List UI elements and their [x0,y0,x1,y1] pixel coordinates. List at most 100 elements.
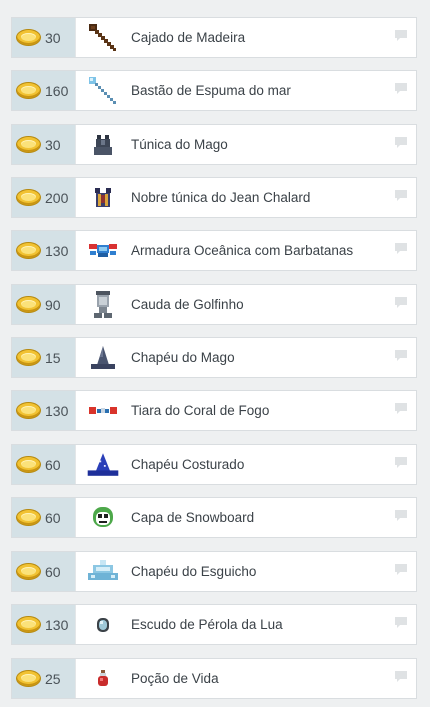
price-cell: 130 [12,231,75,270]
item-body: Bastão de Espuma do mar [75,71,416,110]
shop-item-row[interactable]: 30 Cajado de Madeira [11,17,417,58]
comment-icon[interactable] [394,349,408,363]
comment-icon[interactable] [394,456,408,470]
item-body: Túnica do Mago [75,125,416,164]
item-name: Poção de Vida [131,671,219,686]
price-value: 130 [45,616,69,633]
shop-item-row[interactable]: 15 Chapéu do Mago [11,337,417,378]
item-name: Escudo de Pérola da Lua [131,617,283,632]
item-body: Poção de Vida [75,659,416,698]
price-value: 130 [45,242,69,259]
health-potion-icon [85,664,121,694]
finned-ocean-armor-icon [85,236,121,266]
price-value: 200 [45,189,69,206]
shop-item-row[interactable]: 130 Escudo de Pérola da Lua [11,604,417,645]
shop-item-row[interactable]: 200 Nobre túnica do Jean Chalard [11,177,417,218]
comment-icon[interactable] [394,189,408,203]
price-value: 160 [45,82,69,99]
item-name: Túnica do Mago [131,137,228,152]
item-body: Chapéu Costurado [75,445,416,484]
price-cell: 60 [12,445,75,484]
item-body: Chapéu do Mago [75,338,416,377]
gold-coin-icon [17,564,40,579]
gold-coin-icon [17,510,40,525]
item-name: Armadura Oceânica com Barbatanas [131,243,354,258]
price-cell: 130 [12,605,75,644]
shop-item-row[interactable]: 160 Bastão de Espuma do mar [11,70,417,111]
shop-item-row[interactable]: 30 Túnica do Mago [11,124,417,165]
price-value: 60 [45,563,61,580]
item-body: Cajado de Madeira [75,18,416,57]
item-name: Nobre túnica do Jean Chalard [131,190,311,205]
shop-item-list: 30 Cajado de Madeira 160 Bastão de Espum… [0,0,430,707]
price-value: 90 [45,296,61,313]
moon-pearl-shield-icon [85,610,121,640]
item-name: Cajado de Madeira [131,30,246,45]
comment-icon[interactable] [394,402,408,416]
gold-coin-icon [17,83,40,98]
stitched-hat-icon [85,450,121,480]
price-value: 30 [45,29,61,46]
item-name: Capa de Snowboard [131,510,255,525]
price-cell: 160 [12,71,75,110]
comment-icon[interactable] [394,136,408,150]
price-value: 30 [45,136,61,153]
comment-icon[interactable] [394,670,408,684]
price-cell: 25 [12,659,75,698]
gold-coin-icon [17,403,40,418]
comment-icon[interactable] [394,29,408,43]
seafoam-staff-icon [85,76,121,106]
comment-icon[interactable] [394,509,408,523]
wizard-hat-icon [85,343,121,373]
gold-coin-icon [17,297,40,312]
shop-item-row[interactable]: 90 Cauda de Golfinho [11,284,417,325]
shop-item-row[interactable]: 25 Poção de Vida [11,658,417,699]
gold-coin-icon [17,457,40,472]
shop-item-row[interactable]: 130 Tiara do Coral de Fogo [11,390,417,431]
comment-icon[interactable] [394,563,408,577]
gold-coin-icon [17,350,40,365]
shop-item-row[interactable]: 60 Chapéu do Esguicho [11,551,417,592]
item-name: Chapéu do Mago [131,350,235,365]
wooden-staff-icon [85,23,121,53]
price-cell: 60 [12,552,75,591]
shop-item-row[interactable]: 60 Chapéu Costurado [11,444,417,485]
comment-icon[interactable] [394,616,408,630]
item-name: Tiara do Coral de Fogo [131,403,270,418]
gold-coin-icon [17,137,40,152]
shop-item-row[interactable]: 130 Armadura Oceânica com Barbatanas [11,230,417,271]
price-value: 130 [45,402,69,419]
price-cell: 200 [12,178,75,217]
item-body: Capa de Snowboard [75,498,416,537]
price-cell: 130 [12,391,75,430]
item-name: Chapéu do Esguicho [131,564,257,579]
price-value: 25 [45,670,61,687]
gold-coin-icon [17,671,40,686]
dolphin-tail-icon [85,290,121,320]
gold-coin-icon [17,30,40,45]
jean-chalard-robe-icon [85,183,121,213]
item-name: Bastão de Espuma do mar [131,83,291,98]
item-body: Nobre túnica do Jean Chalard [75,178,416,217]
price-cell: 30 [12,125,75,164]
price-cell: 30 [12,18,75,57]
splash-hat-icon [85,557,121,587]
fire-coral-tiara-icon [85,396,121,426]
shop-item-row[interactable]: 60 Capa de Snowboard [11,497,417,538]
price-cell: 90 [12,285,75,324]
comment-icon[interactable] [394,242,408,256]
comment-icon[interactable] [394,296,408,310]
gold-coin-icon [17,617,40,632]
price-cell: 60 [12,498,75,537]
item-name: Cauda de Golfinho [131,297,244,312]
snowboard-hood-icon [85,503,121,533]
item-name: Chapéu Costurado [131,457,245,472]
price-value: 15 [45,349,61,366]
comment-icon[interactable] [394,82,408,96]
price-value: 60 [45,456,61,473]
gold-coin-icon [17,243,40,258]
item-body: Armadura Oceânica com Barbatanas [75,231,416,270]
wizard-robe-icon [85,130,121,160]
item-body: Chapéu do Esguicho [75,552,416,591]
item-body: Cauda de Golfinho [75,285,416,324]
